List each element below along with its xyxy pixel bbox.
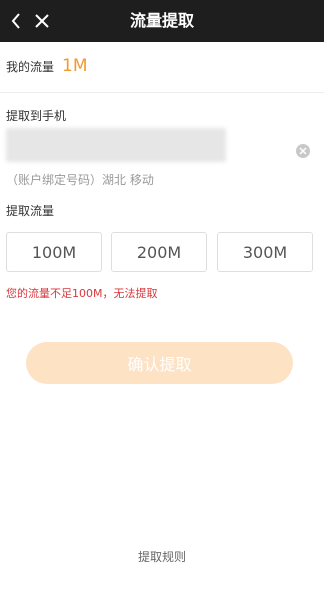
- balance-value: 1M: [62, 56, 88, 76]
- divider: [0, 92, 324, 93]
- amount-option-300m[interactable]: 300M: [217, 232, 313, 272]
- amount-section-label: 提取流量: [6, 204, 55, 218]
- phone-number-field[interactable]: [6, 128, 226, 162]
- balance-label: 我的流量: [6, 59, 55, 74]
- data-balance: 我的流量 1M: [6, 54, 88, 78]
- close-icon: [35, 14, 49, 28]
- extraction-rules-link[interactable]: 提取规则: [0, 548, 324, 565]
- phone-section-label: 提取到手机: [6, 109, 67, 123]
- back-button[interactable]: [6, 9, 26, 33]
- chevron-left-icon: [11, 13, 20, 29]
- top-navigation-bar: 流量提取: [0, 0, 324, 42]
- confirm-extract-button[interactable]: 确认提取: [26, 342, 293, 384]
- phone-carrier-info: （账户绑定号码）湖北 移动: [6, 173, 154, 187]
- insufficient-balance-warning: 您的流量不足100M，无法提取: [6, 287, 158, 300]
- amount-option-200m[interactable]: 200M: [111, 232, 207, 272]
- clear-input-button[interactable]: [296, 144, 310, 158]
- amount-option-100m[interactable]: 100M: [6, 232, 102, 272]
- close-button[interactable]: [32, 9, 52, 33]
- clear-icon: [299, 147, 307, 155]
